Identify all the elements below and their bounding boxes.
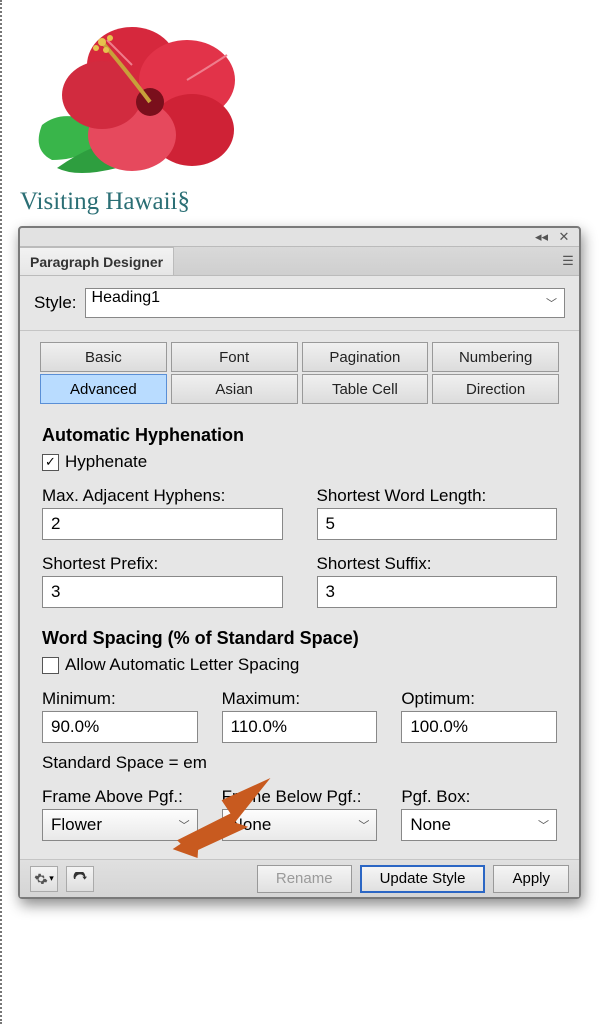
- frame-below-label: Frame Below Pgf.:: [222, 787, 378, 807]
- collapse-icon[interactable]: ◂◂: [533, 229, 551, 245]
- opt-label: Optimum:: [401, 689, 557, 709]
- refresh-icon[interactable]: [66, 866, 94, 892]
- section-wordspacing-title: Word Spacing (% of Standard Space): [42, 628, 557, 649]
- max-input[interactable]: [222, 711, 378, 743]
- tab-font[interactable]: Font: [171, 342, 298, 372]
- paragraph-designer-panel: ◂◂ ✕ Paragraph Designer ☰ Style: Heading…: [18, 226, 581, 899]
- pgf-box-value: None: [410, 815, 451, 834]
- min-label: Minimum:: [42, 689, 198, 709]
- style-select[interactable]: Heading1: [85, 288, 565, 318]
- gear-icon[interactable]: ▾: [30, 866, 58, 892]
- frame-above-label: Frame Above Pgf.:: [42, 787, 198, 807]
- close-icon[interactable]: ✕: [555, 229, 573, 245]
- pilcrow: §: [178, 188, 191, 215]
- page-title: Visiting Hawaii§: [20, 188, 599, 216]
- update-style-button[interactable]: Update Style: [360, 865, 486, 893]
- pgf-box-label: Pgf. Box:: [401, 787, 557, 807]
- rename-button[interactable]: Rename: [257, 865, 352, 893]
- heading-text: Visiting Hawaii: [20, 188, 178, 215]
- hyphenate-checkbox[interactable]: ✓: [42, 454, 59, 471]
- frame-above-select[interactable]: Flower: [42, 809, 198, 841]
- style-label: Style:: [34, 293, 77, 313]
- shortest-suffix-label: Shortest Suffix:: [317, 554, 558, 574]
- standard-space-text: Standard Space = em: [42, 753, 557, 773]
- tab-numbering[interactable]: Numbering: [432, 342, 559, 372]
- min-input[interactable]: [42, 711, 198, 743]
- allow-letter-spacing-label: Allow Automatic Letter Spacing: [65, 655, 299, 675]
- frame-above-value: Flower: [51, 815, 102, 834]
- shortest-suffix-input[interactable]: [317, 576, 558, 608]
- hyphenate-label: Hyphenate: [65, 452, 147, 472]
- apply-button[interactable]: Apply: [493, 865, 569, 893]
- shortest-word-label: Shortest Word Length:: [317, 486, 558, 506]
- pgf-box-select[interactable]: None: [401, 809, 557, 841]
- section-hyphenation-title: Automatic Hyphenation: [42, 425, 557, 446]
- shortest-prefix-input[interactable]: [42, 576, 283, 608]
- max-label: Maximum:: [222, 689, 378, 709]
- chevron-down-icon: ▾: [49, 873, 54, 884]
- max-adj-label: Max. Adjacent Hyphens:: [42, 486, 283, 506]
- style-select-value: Heading1: [92, 289, 161, 306]
- panel-menu-icon[interactable]: ☰: [557, 247, 579, 275]
- max-adj-input[interactable]: [42, 508, 283, 540]
- tab-direction[interactable]: Direction: [432, 374, 559, 404]
- tab-basic[interactable]: Basic: [40, 342, 167, 372]
- shortest-word-input[interactable]: [317, 508, 558, 540]
- tab-asian[interactable]: Asian: [171, 374, 298, 404]
- frame-above-image: [22, 10, 262, 180]
- frame-below-select[interactable]: None: [222, 809, 378, 841]
- tab-paragraph-designer[interactable]: Paragraph Designer: [20, 247, 174, 275]
- shortest-prefix-label: Shortest Prefix:: [42, 554, 283, 574]
- tab-advanced[interactable]: Advanced: [40, 374, 167, 404]
- frame-below-value: None: [231, 815, 272, 834]
- tab-tablecell[interactable]: Table Cell: [302, 374, 429, 404]
- opt-input[interactable]: [401, 711, 557, 743]
- tab-pagination[interactable]: Pagination: [302, 342, 429, 372]
- allow-letter-spacing-checkbox[interactable]: [42, 657, 59, 674]
